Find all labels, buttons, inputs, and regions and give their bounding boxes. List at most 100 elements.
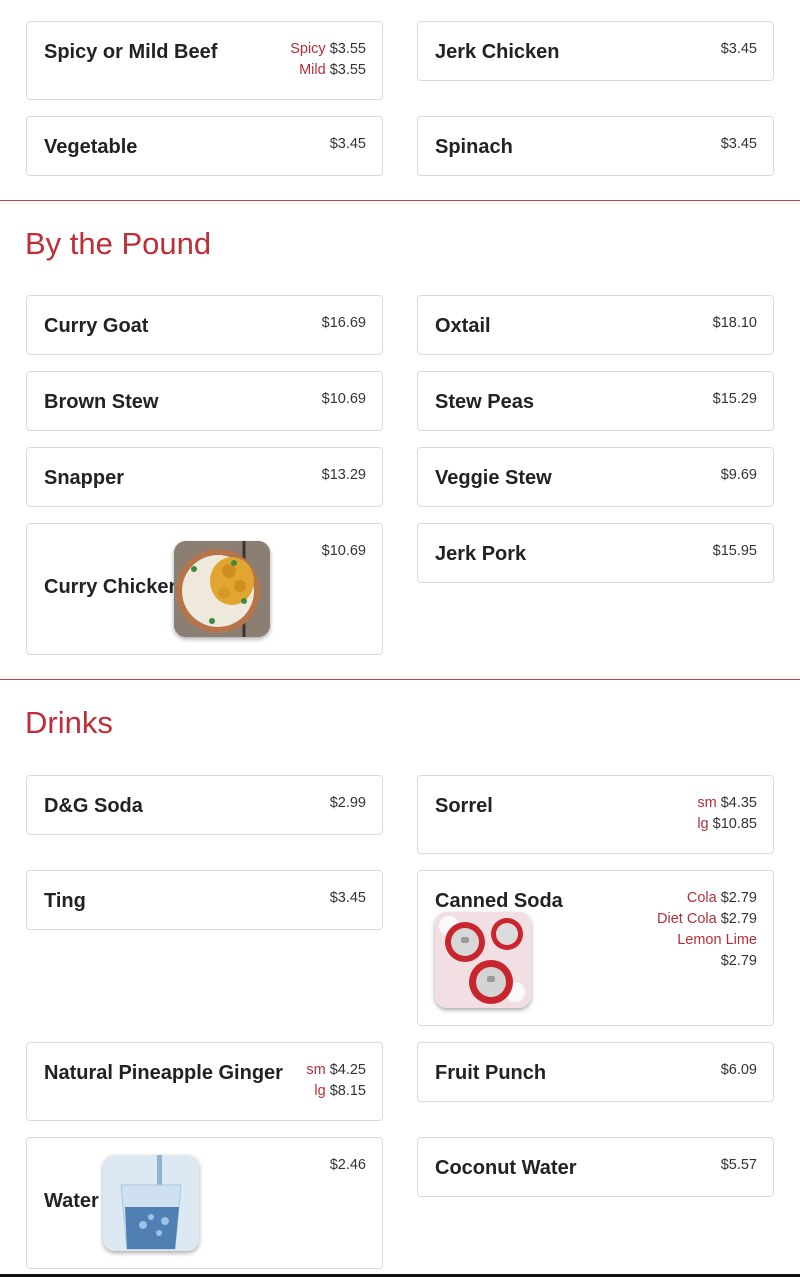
price-value: $2.79 (720, 890, 757, 906)
menu-item-card[interactable]: Snapper $13.29 (26, 447, 383, 507)
menu-item-card[interactable]: Ting $3.45 (26, 870, 383, 930)
item-name: Brown Stew (44, 391, 159, 413)
price-value: $3.45 (329, 136, 366, 152)
section-divider (0, 679, 800, 680)
item-name: Spinach (435, 136, 513, 158)
price-value: $8.15 (329, 1083, 366, 1099)
menu-item-card[interactable]: Veggie Stew $9.69 (417, 447, 774, 507)
item-name: Fruit Punch (435, 1062, 547, 1084)
price-label: Lemon Lime (677, 932, 757, 948)
item-name: Coconut Water (435, 1157, 577, 1179)
price-list: $9.69 (721, 465, 757, 486)
price-label: lg (314, 1083, 326, 1099)
price-list: $16.69 (322, 313, 366, 334)
price-list: sm $4.25 lg $8.15 (306, 1060, 366, 1102)
price-value: $4.25 (329, 1062, 366, 1078)
price-value: $13.29 (321, 467, 366, 483)
price-label: Diet Cola (657, 911, 717, 927)
item-name: Jerk Pork (435, 543, 527, 565)
menu-item-card[interactable]: Water $2.46 (26, 1137, 383, 1269)
price-list: $18.10 (713, 313, 757, 334)
price-value: $18.10 (712, 315, 757, 331)
water-photo (103, 1155, 199, 1251)
item-name: Jerk Chicken (435, 41, 560, 63)
item-name: Stew Peas (435, 391, 534, 413)
price-value: $3.55 (329, 62, 366, 78)
price-list: $2.99 (330, 793, 366, 814)
price-value: $3.45 (329, 890, 366, 906)
price-list: $15.95 (713, 541, 757, 562)
section-divider (0, 200, 800, 201)
price-list: $3.45 (330, 134, 366, 155)
price-label: Mild (299, 62, 326, 78)
price-value: $9.69 (720, 467, 757, 483)
price-value: $4.35 (720, 795, 757, 811)
price-list: $5.57 (721, 1155, 757, 1176)
menu-item-card[interactable]: Brown Stew $10.69 (26, 371, 383, 431)
price-list: $15.29 (713, 389, 757, 410)
price-list: $6.09 (721, 1060, 757, 1081)
menu-item-card[interactable]: Canned Soda Cola $2.79 Diet Cola $2.79 L… (417, 870, 774, 1026)
price-label: lg (697, 816, 709, 832)
price-list: $13.29 (322, 465, 366, 486)
menu-item-card[interactable]: Jerk Chicken $3.45 (417, 21, 774, 81)
menu-item-card[interactable]: Jerk Pork $15.95 (417, 523, 774, 583)
price-value: $15.29 (712, 391, 757, 407)
price-label: sm (306, 1062, 326, 1078)
price-list: $3.45 (330, 888, 366, 909)
price-value: $3.45 (720, 136, 757, 152)
menu-item-card[interactable]: Coconut Water $5.57 (417, 1137, 774, 1197)
price-value: $6.09 (720, 1062, 757, 1078)
menu-item-card[interactable]: Spicy or Mild Beef Spicy $3.55 Mild $3.5… (26, 21, 383, 100)
item-name: Curry Goat (44, 315, 149, 337)
canned-soda-photo (435, 912, 531, 1008)
price-list: $3.45 (721, 39, 757, 60)
item-name: Snapper (44, 467, 125, 489)
price-value: $10.69 (321, 543, 366, 559)
menu-item-card[interactable]: Fruit Punch $6.09 (417, 1042, 774, 1102)
menu-item-card[interactable]: Oxtail $18.10 (417, 295, 774, 355)
price-value: $3.55 (329, 41, 366, 57)
price-list: Spicy $3.55 Mild $3.55 (290, 39, 366, 81)
item-name: Spicy or Mild Beef (44, 41, 218, 63)
price-value: $2.99 (329, 795, 366, 811)
price-value: $15.95 (712, 543, 757, 559)
price-list: $3.45 (721, 134, 757, 155)
menu-item-card[interactable]: Curry Chicken $10.69 (26, 523, 383, 655)
item-name: Curry Chicken (44, 576, 181, 598)
menu-item-card[interactable]: Sorrel sm $4.35 lg $10.85 (417, 775, 774, 854)
menu-item-card[interactable]: Spinach $3.45 (417, 116, 774, 176)
price-list: $2.46 (330, 1155, 366, 1176)
price-list: Cola $2.79 Diet Cola $2.79 Lemon Lime $2… (657, 888, 757, 972)
price-value: $10.85 (712, 816, 757, 832)
price-value: $16.69 (321, 315, 366, 331)
item-name: Natural Pineapple Ginger (44, 1062, 283, 1084)
item-name: Veggie Stew (435, 467, 552, 489)
section-title-by-the-pound: By the Pound (25, 226, 212, 261)
price-value: $10.69 (321, 391, 366, 407)
price-value: $2.79 (720, 911, 757, 927)
curry-chicken-photo (174, 541, 270, 637)
item-name: Water (44, 1190, 99, 1212)
price-list: $10.69 (322, 389, 366, 410)
menu-item-card[interactable]: Natural Pineapple Ginger sm $4.25 lg $8.… (26, 1042, 383, 1121)
menu-item-card[interactable]: Curry Goat $16.69 (26, 295, 383, 355)
item-name: Sorrel (435, 795, 493, 817)
item-name: Vegetable (44, 136, 138, 158)
section-title-drinks: Drinks (25, 705, 113, 740)
menu-item-card[interactable]: Stew Peas $15.29 (417, 371, 774, 431)
price-label: Spicy (290, 41, 326, 57)
price-list: $10.69 (322, 541, 366, 562)
price-value: $3.45 (720, 41, 757, 57)
price-label: sm (697, 795, 717, 811)
menu-item-card[interactable]: D&G Soda $2.99 (26, 775, 383, 835)
menu-item-card[interactable]: Vegetable $3.45 (26, 116, 383, 176)
price-list: sm $4.35 lg $10.85 (697, 793, 757, 835)
item-name: D&G Soda (44, 795, 143, 817)
item-name: Oxtail (435, 315, 491, 337)
price-label: Cola (686, 890, 717, 906)
price-value: $5.57 (720, 1157, 757, 1173)
item-name: Ting (44, 890, 86, 912)
price-value: $2.46 (329, 1157, 366, 1173)
item-name: Canned Soda (435, 890, 563, 912)
